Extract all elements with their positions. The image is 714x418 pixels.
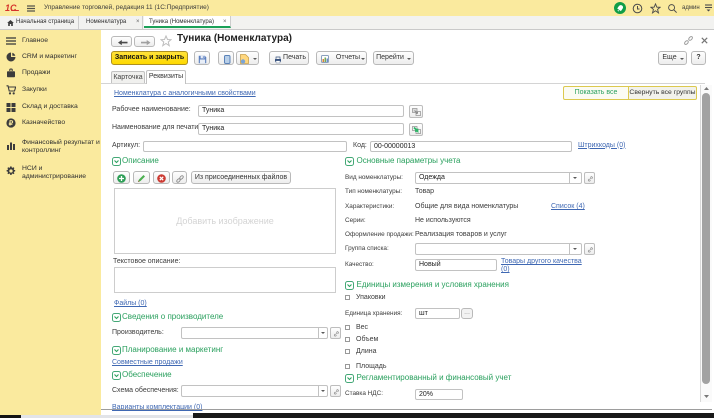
svg-text:₽: ₽: [9, 119, 14, 128]
